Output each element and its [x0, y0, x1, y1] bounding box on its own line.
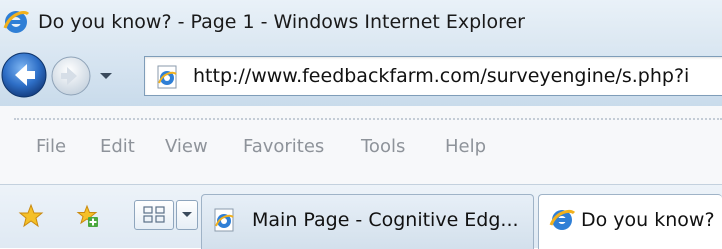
window-title: Do you know? - Page 1 - Windows Internet… [38, 11, 525, 33]
tab-bar: Main Page - Cognitive Edg... Do you know… [0, 184, 722, 249]
tab-label: Do you know? [581, 209, 715, 231]
chevron-down-icon[interactable] [94, 64, 118, 88]
ie-page-icon [157, 65, 177, 89]
menu-bar: File Edit View Favorites Tools Help [0, 106, 722, 184]
chevron-down-icon [182, 212, 192, 217]
toolbar-grip [14, 118, 722, 120]
menu-tools[interactable]: Tools [361, 135, 405, 159]
address-bar[interactable]: http://www.feedbackfarm.com/surveyengine… [144, 56, 722, 96]
quick-tabs-button[interactable] [134, 200, 174, 230]
tab-label: Main Page - Cognitive Edg... [252, 209, 519, 231]
ie-logo-icon [549, 209, 575, 230]
tab-do-you-know[interactable]: Do you know? [538, 194, 722, 249]
navigation-bar: http://www.feedbackfarm.com/surveyengine… [0, 44, 722, 106]
quick-tabs-grid-icon [143, 206, 165, 223]
address-url[interactable]: http://www.feedbackfarm.com/surveyengine… [193, 63, 689, 89]
tab-list-button[interactable] [176, 200, 198, 230]
ie-page-icon [214, 208, 234, 232]
menu-view[interactable]: View [165, 135, 208, 159]
favorites-star-icon[interactable] [18, 203, 44, 229]
menu-favorites[interactable]: Favorites [243, 135, 324, 159]
ie-logo-icon [3, 11, 30, 33]
forward-arrow-icon[interactable] [50, 55, 92, 97]
menu-file[interactable]: File [36, 135, 66, 159]
add-favorites-icon[interactable] [74, 203, 100, 229]
title-bar: Do you know? - Page 1 - Windows Internet… [0, 0, 722, 44]
tab-main-page[interactable]: Main Page - Cognitive Edg... [201, 194, 534, 249]
menu-help[interactable]: Help [445, 135, 486, 159]
back-arrow-icon[interactable] [0, 51, 48, 99]
menu-edit[interactable]: Edit [100, 135, 135, 159]
